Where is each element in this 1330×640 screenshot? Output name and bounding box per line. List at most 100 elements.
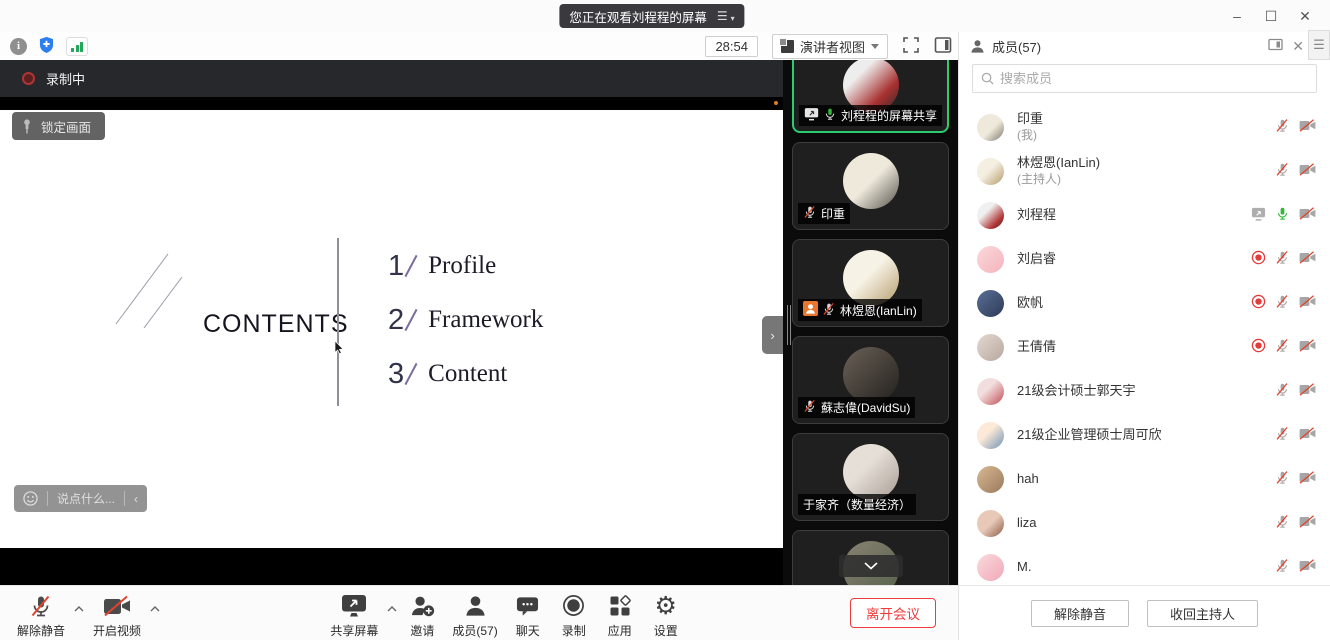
member-name: 刘程程 <box>1017 207 1251 223</box>
members-panel-title: 成员(57) <box>992 37 1041 56</box>
apps-button[interactable]: 应用 <box>597 588 643 639</box>
thumbnail-avatar <box>843 444 899 500</box>
record-label: 录制 <box>562 622 586 639</box>
audio-options-chevron[interactable] <box>74 600 84 627</box>
share-screen-button[interactable]: 共享屏幕 <box>323 588 385 639</box>
mic-status-icon <box>1275 162 1290 180</box>
member-name: 刘启睿 <box>1017 251 1251 267</box>
camera-status-icon <box>1299 383 1316 399</box>
member-avatar <box>977 378 1004 405</box>
close-panel-icon[interactable]: ✕ <box>1292 38 1304 55</box>
watching-banner[interactable]: 您正在观看刘程程的屏幕 ☰ <box>559 4 744 28</box>
record-button[interactable]: 录制 <box>551 588 597 639</box>
camera-status-icon <box>1299 119 1316 135</box>
thumbnail-label: 林煜恩(IanLin) <box>798 299 922 321</box>
security-shield-icon[interactable] <box>38 36 55 57</box>
member-subtitle: (主持人) <box>1017 172 1275 187</box>
view-mode-button[interactable]: 演讲者视图 <box>772 34 888 59</box>
member-row[interactable]: liza <box>959 501 1330 545</box>
mic-status-icon <box>1275 118 1290 136</box>
collapse-message-icon[interactable]: ‹ <box>124 491 147 506</box>
video-options-chevron[interactable] <box>150 600 160 627</box>
search-icon <box>981 72 994 85</box>
members-panel-footer: 解除静音 收回主持人 <box>959 585 1330 640</box>
video-thumbnail[interactable]: 林煜恩(IanLin) <box>792 239 949 327</box>
slash-decoration <box>405 255 418 277</box>
chat-label: 聊天 <box>516 622 540 639</box>
screen-share-badge-icon <box>1251 207 1266 224</box>
member-name: 林煜恩(IanLin) <box>1017 155 1275 171</box>
emoji-icon[interactable] <box>14 491 47 506</box>
member-avatar <box>977 422 1004 449</box>
popout-panel-icon[interactable] <box>1268 38 1283 54</box>
invite-button[interactable]: 邀请 <box>399 588 445 639</box>
member-row[interactable]: hah <box>959 457 1330 501</box>
minimize-button[interactable]: – <box>1220 0 1254 32</box>
video-thumbnail[interactable]: 印重 <box>792 142 949 230</box>
mic-status-icon <box>1275 206 1290 224</box>
members-button[interactable]: 成员(57) <box>445 588 504 639</box>
member-search-box[interactable] <box>972 64 1317 93</box>
notification-dot <box>774 101 778 105</box>
member-name: M. <box>1017 559 1275 575</box>
pin-view-button[interactable]: 锁定画面 <box>12 112 105 140</box>
video-thumbnail[interactable]: 蘇志偉(DavidSu) <box>792 336 949 424</box>
member-avatar <box>977 554 1004 581</box>
member-avatar <box>977 114 1004 141</box>
meeting-timer: 28:54 <box>705 36 758 57</box>
switch-screen-menu-icon[interactable]: ☰ <box>717 10 735 22</box>
side-panel-toggle-button[interactable] <box>934 36 952 57</box>
unmute-button[interactable]: 解除静音 <box>10 588 72 639</box>
panel-menu-icon[interactable]: ☰ <box>1308 30 1330 60</box>
mic-muted-icon <box>29 593 53 619</box>
reclaim-host-button[interactable]: 收回主持人 <box>1147 600 1258 627</box>
share-options-chevron[interactable] <box>387 600 397 627</box>
camera-status-icon <box>1299 471 1316 487</box>
member-row[interactable]: 21级企业管理硕士周可欣 <box>959 413 1330 457</box>
member-row[interactable]: 刘启睿 <box>959 237 1330 281</box>
unmute-all-button[interactable]: 解除静音 <box>1031 600 1129 627</box>
settings-button[interactable]: ⚙ 设置 <box>643 588 689 639</box>
start-video-button[interactable]: 开启视频 <box>86 588 148 639</box>
member-avatar <box>977 246 1004 273</box>
quick-message-bar[interactable]: 说点什么... ‹ <box>14 485 147 512</box>
fullscreen-button[interactable] <box>902 36 920 57</box>
member-row[interactable]: 印重 (我) <box>959 105 1330 149</box>
member-row[interactable]: 林煜恩(IanLin) (主持人) <box>959 149 1330 193</box>
message-placeholder[interactable]: 说点什么... <box>47 491 124 506</box>
mic-status-icon <box>1275 250 1290 268</box>
meeting-info-icon[interactable]: i <box>10 38 27 55</box>
camera-muted-icon <box>103 593 131 619</box>
network-signal-icon[interactable] <box>66 37 88 56</box>
camera-status-icon <box>1299 339 1316 355</box>
member-avatar <box>977 510 1004 537</box>
view-mode-label: 演讲者视图 <box>800 37 865 56</box>
members-icon <box>463 593 488 619</box>
member-row[interactable]: 21级会计硕士郭天宇 <box>959 369 1330 413</box>
leave-meeting-button[interactable]: 离开会议 <box>850 598 936 628</box>
member-name: liza <box>1017 515 1275 531</box>
thumbnail-label: 蘇志偉(DavidSu) <box>798 397 915 418</box>
strip-collapse-handle[interactable]: › <box>762 316 783 354</box>
settings-gear-icon: ⚙ <box>654 593 676 619</box>
chat-button[interactable]: 聊天 <box>505 588 551 639</box>
toc-item: 3 Content <box>388 356 543 392</box>
strip-drag-handle[interactable] <box>787 305 791 345</box>
thumbnails-scroll-down-button[interactable] <box>839 555 903 577</box>
member-row[interactable]: 欧帆 <box>959 281 1330 325</box>
video-thumbnail[interactable]: 于家齐（数量经济） <box>792 433 949 521</box>
member-search-input[interactable] <box>1000 71 1308 86</box>
member-row[interactable]: 王倩倩 <box>959 325 1330 369</box>
thumbnail-name: 蘇志偉(DavidSu) <box>821 399 910 416</box>
member-subtitle: (我) <box>1017 128 1275 143</box>
member-row[interactable]: M. <box>959 545 1330 585</box>
toc-item: 1 Profile <box>388 248 543 284</box>
close-button[interactable]: ✕ <box>1288 0 1322 32</box>
mic-status-icon <box>1275 294 1290 312</box>
member-row[interactable]: 刘程程 <box>959 193 1330 237</box>
member-name: 21级会计硕士郭天宇 <box>1017 383 1275 399</box>
video-thumbnail[interactable]: 刘程程的屏幕共享 <box>792 60 949 133</box>
recording-badge-icon <box>1251 294 1266 312</box>
maximize-button[interactable]: ☐ <box>1254 0 1288 32</box>
member-name: 印重 <box>1017 111 1275 127</box>
